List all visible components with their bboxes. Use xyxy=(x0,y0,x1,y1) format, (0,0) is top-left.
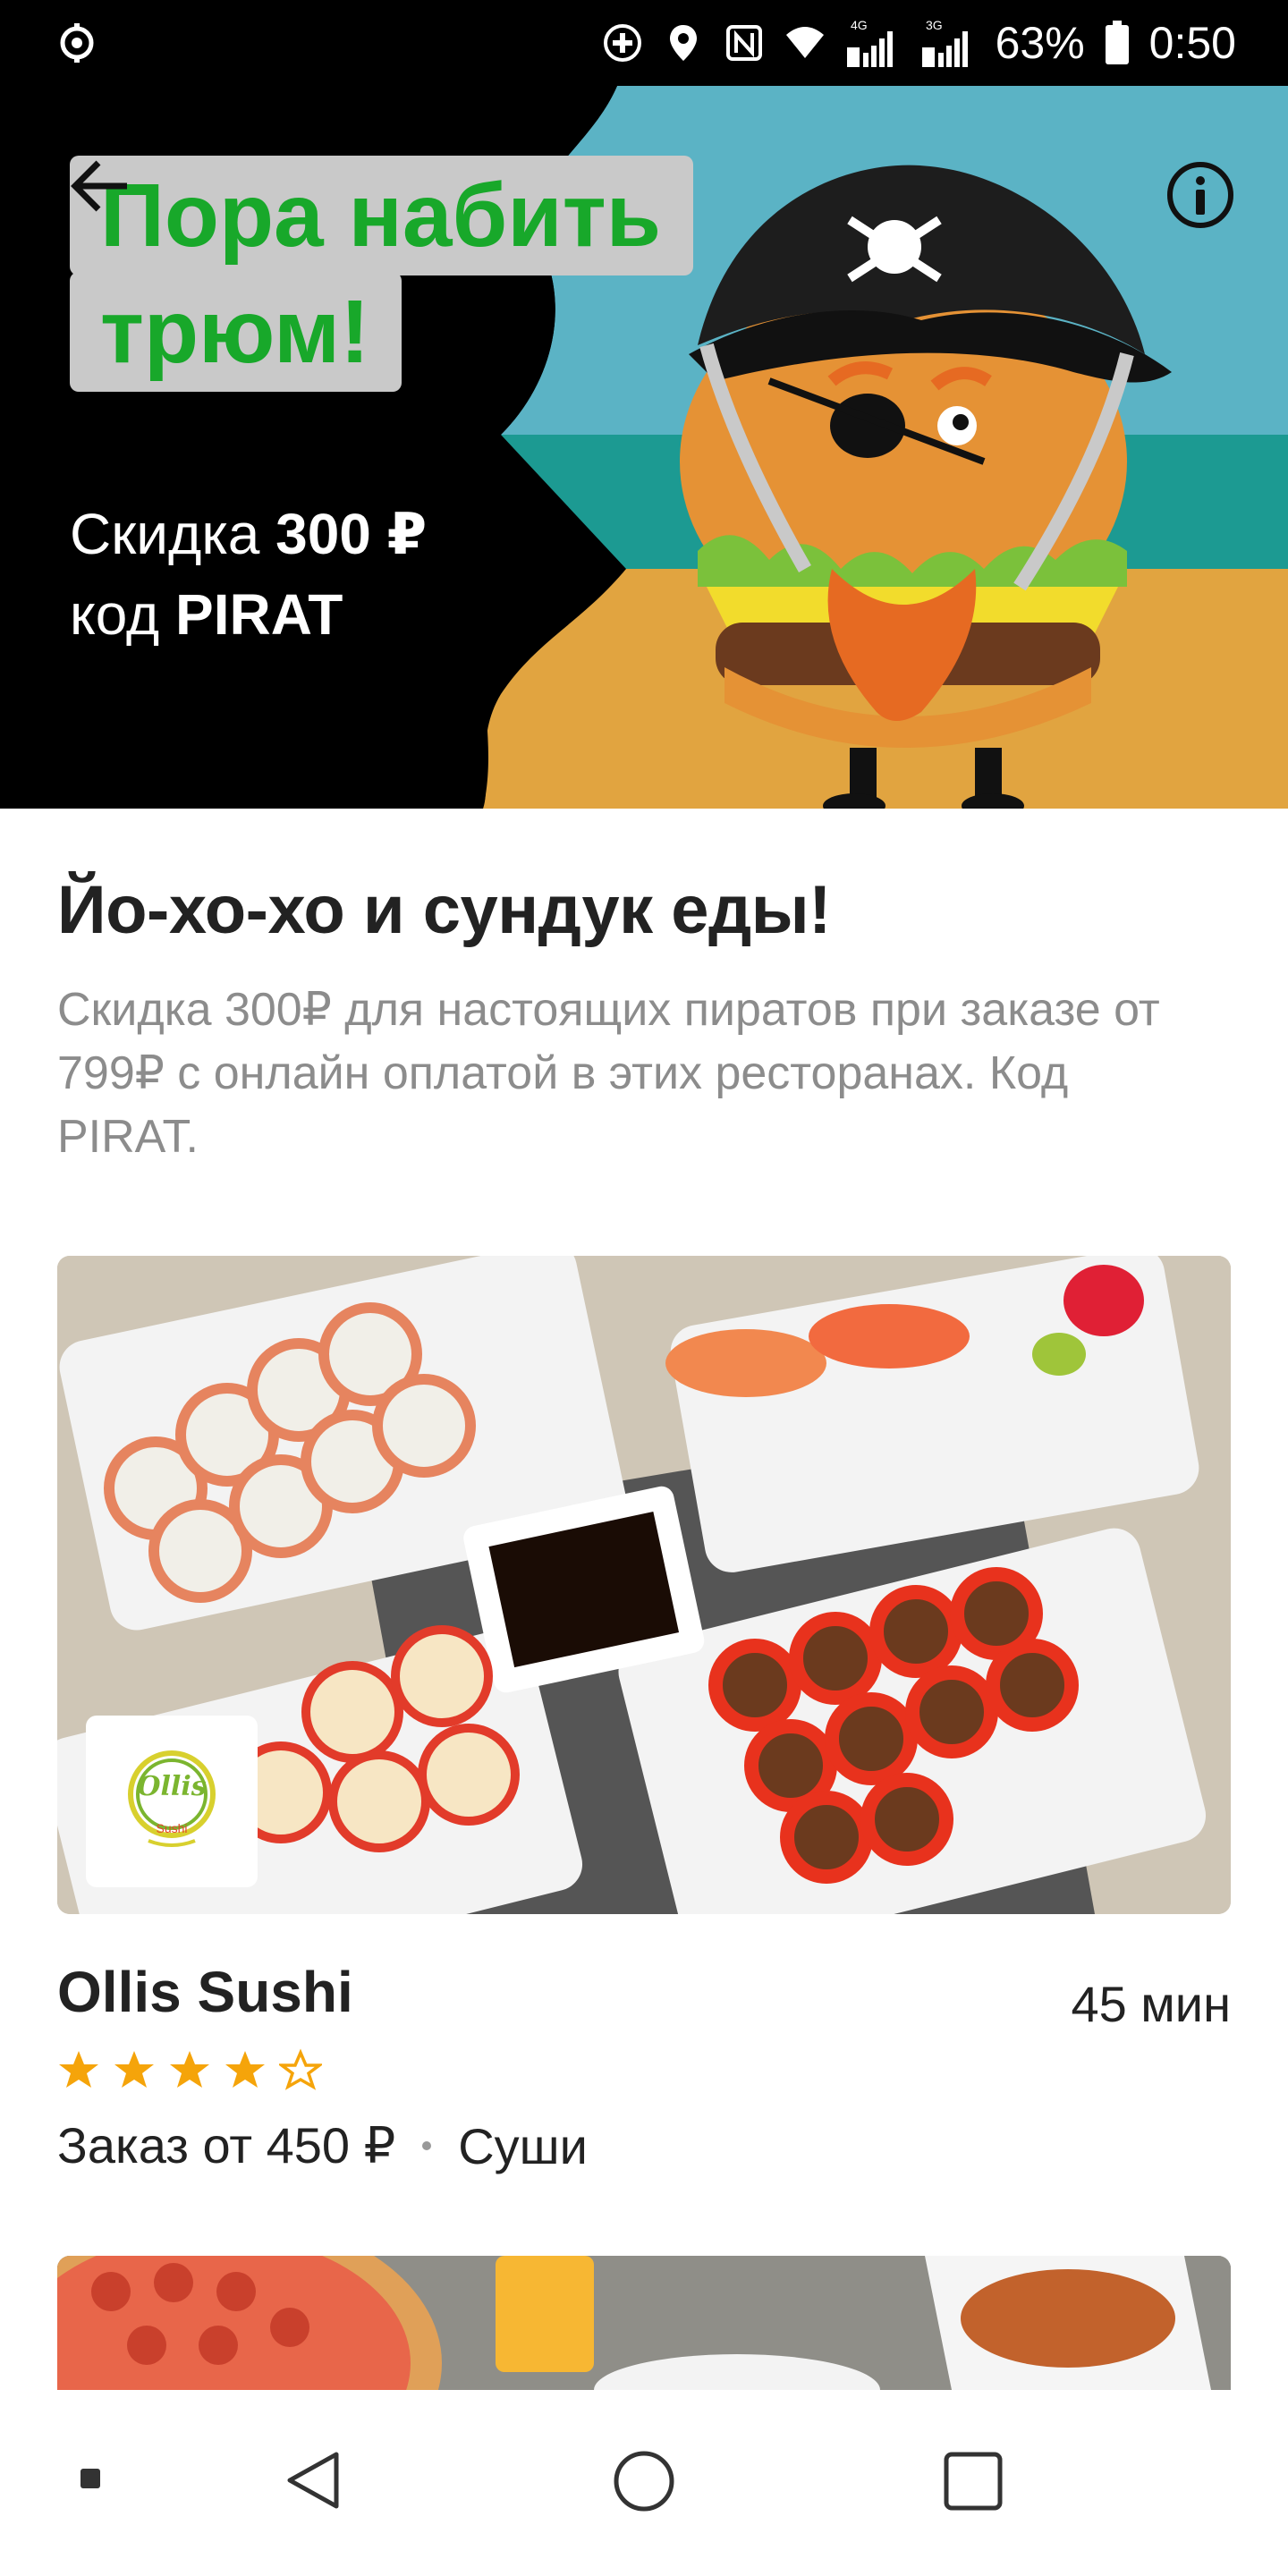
status-bar: 4G 3G 63% 0:50 xyxy=(0,0,1288,86)
signal-sim2-icon: 3G xyxy=(921,18,968,67)
rating-stars xyxy=(57,2048,322,2091)
svg-text:4G: 4G xyxy=(851,18,868,32)
nfc-icon xyxy=(725,25,762,61)
code-prefix: код xyxy=(70,582,160,647)
discount-value: 300 ₽ xyxy=(275,502,428,566)
clock: 0:50 xyxy=(1148,18,1236,68)
banner-headline-line1: Пора набить xyxy=(70,156,694,275)
navbar-dot-icon[interactable] xyxy=(79,2467,102,2490)
battery-percent: 63% xyxy=(995,18,1085,68)
battery-icon xyxy=(1105,21,1129,64)
restaurant-logo: Ollis Sushi xyxy=(86,1716,258,1887)
star-filled-icon xyxy=(59,2051,98,2088)
back-arrow-icon[interactable] xyxy=(64,150,136,222)
star-filled-icon xyxy=(225,2051,265,2088)
delivery-time: 45 мин xyxy=(1071,1976,1231,2032)
logo-text: Ollis xyxy=(137,1771,207,1802)
pizza-photo xyxy=(57,2256,1231,2390)
star-empty-icon xyxy=(279,2048,322,2090)
promo-description: Скидка 300₽ для настоящих пиратов при за… xyxy=(57,984,1160,1163)
restaurant-meta: Заказ от 450 ₽ Суши xyxy=(57,2116,588,2175)
banner-promo-text: Скидка 300 ₽ код PIRAT xyxy=(70,494,427,655)
code-value: PIRAT xyxy=(175,582,343,647)
separator-dot xyxy=(422,2141,432,2150)
home-nav-icon[interactable] xyxy=(612,2449,676,2513)
cuisine: Суши xyxy=(458,2117,588,2174)
banner-headline-line2: трюм! xyxy=(70,272,402,392)
banner-headline: Пора набить трюм! xyxy=(70,156,694,392)
star-filled-icon xyxy=(114,2051,154,2088)
signal-sim1-icon: 4G xyxy=(846,18,893,67)
next-restaurant-card-image[interactable] xyxy=(57,2256,1231,2390)
discount-prefix: Скидка xyxy=(70,502,260,566)
recents-nav-icon[interactable] xyxy=(943,2451,1004,2512)
promo-title: Йо-хо-хо и сундук еды! xyxy=(57,872,831,948)
promo-banner[interactable]: Пора набить трюм! Скидка 300 ₽ код PIRAT xyxy=(0,86,1288,809)
add-circle-icon xyxy=(603,24,641,62)
location-icon xyxy=(669,25,697,61)
app-notification-icon xyxy=(60,23,94,63)
logo-subtext: Sushi xyxy=(156,1821,188,1835)
info-icon[interactable] xyxy=(1165,159,1236,231)
navigation-bar xyxy=(0,2390,1288,2576)
restaurant-name[interactable]: Ollis Sushi xyxy=(57,1959,353,2025)
min-order: Заказ от 450 ₽ xyxy=(57,2117,396,2174)
back-nav-icon[interactable] xyxy=(283,2449,345,2512)
star-filled-icon xyxy=(170,2051,209,2088)
svg-text:3G: 3G xyxy=(926,18,943,32)
wifi-icon xyxy=(785,27,824,58)
